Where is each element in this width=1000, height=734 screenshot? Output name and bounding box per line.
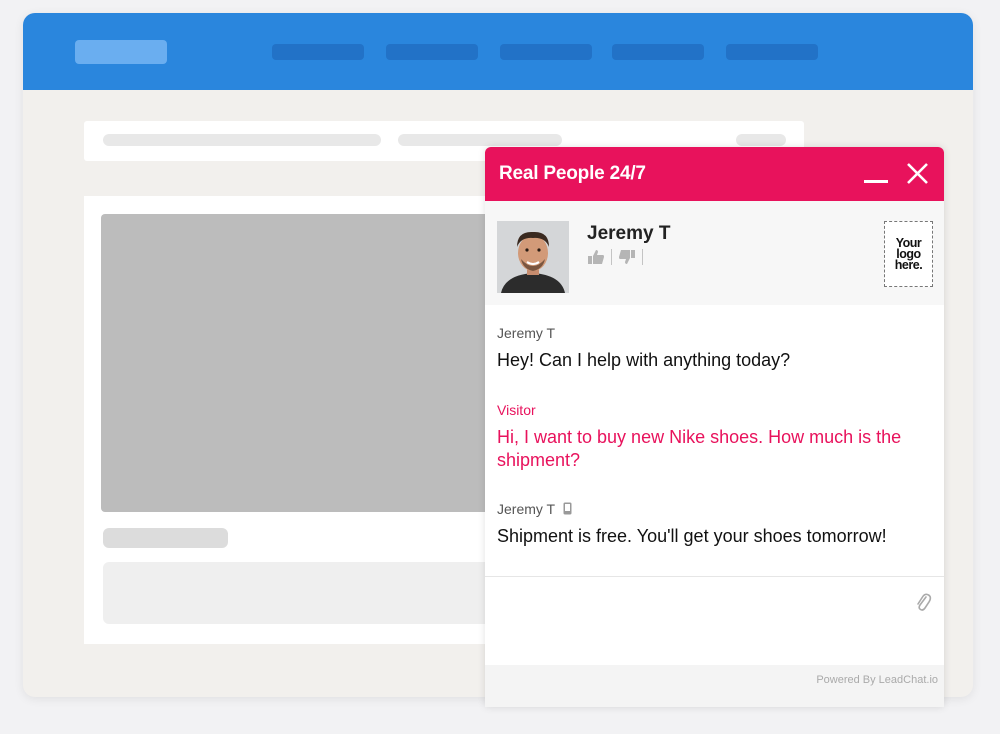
nav-item-placeholder[interactable] — [272, 44, 364, 60]
minimize-icon — [864, 180, 888, 183]
company-logo-placeholder: Your logo here. — [884, 221, 933, 287]
thumbs-down-icon[interactable] — [618, 249, 636, 265]
agent-message: Shipment is free. You'll get your shoes … — [497, 526, 887, 546]
nav-item-placeholder[interactable] — [500, 44, 592, 60]
image-placeholder — [101, 214, 501, 512]
visitor-message: Hi, I want to buy new Nike shoes. How mu… — [497, 427, 902, 470]
close-button[interactable] — [903, 159, 933, 189]
message-author: Jeremy T — [497, 501, 572, 517]
thumbs-up-icon[interactable] — [587, 249, 605, 265]
powered-by-link[interactable]: Powered By LeadChat.io — [816, 674, 938, 686]
chat-header: Real People 24/7 — [485, 147, 944, 201]
minimize-button[interactable] — [861, 159, 891, 189]
mobile-icon — [563, 502, 572, 515]
text-placeholder — [103, 134, 381, 146]
agent-avatar — [497, 221, 569, 293]
agent-name: Jeremy T — [587, 223, 671, 244]
close-icon — [907, 163, 928, 184]
message-author: Visitor — [497, 402, 536, 418]
chat-widget: Real People 24/7 Jeremy T Your logo here… — [485, 147, 944, 707]
content-card-placeholder — [84, 196, 514, 644]
separator — [642, 249, 643, 265]
separator — [611, 249, 612, 265]
chat-footer: Powered By LeadChat.io — [485, 665, 944, 707]
text-placeholder — [736, 134, 786, 146]
text-placeholder — [398, 134, 562, 146]
nav-item-placeholder[interactable] — [386, 44, 478, 60]
rating-controls — [587, 249, 643, 265]
nav-item-placeholder[interactable] — [726, 44, 818, 60]
nav-item-placeholder[interactable] — [612, 44, 704, 60]
paperclip-icon[interactable] — [914, 591, 932, 615]
agent-message: Hey! Can I help with anything today? — [497, 350, 791, 370]
agent-info: Jeremy T Your logo here. — [485, 201, 944, 305]
message-author: Jeremy T — [497, 325, 556, 341]
message-input[interactable] — [485, 577, 944, 665]
chat-title: Real People 24/7 — [499, 163, 646, 184]
text-placeholder — [103, 528, 228, 548]
site-logo-placeholder — [75, 40, 167, 64]
block-placeholder — [103, 562, 503, 624]
message-list: Jeremy T Hey! Can I help with anything t… — [485, 305, 944, 577]
site-header — [23, 13, 973, 90]
